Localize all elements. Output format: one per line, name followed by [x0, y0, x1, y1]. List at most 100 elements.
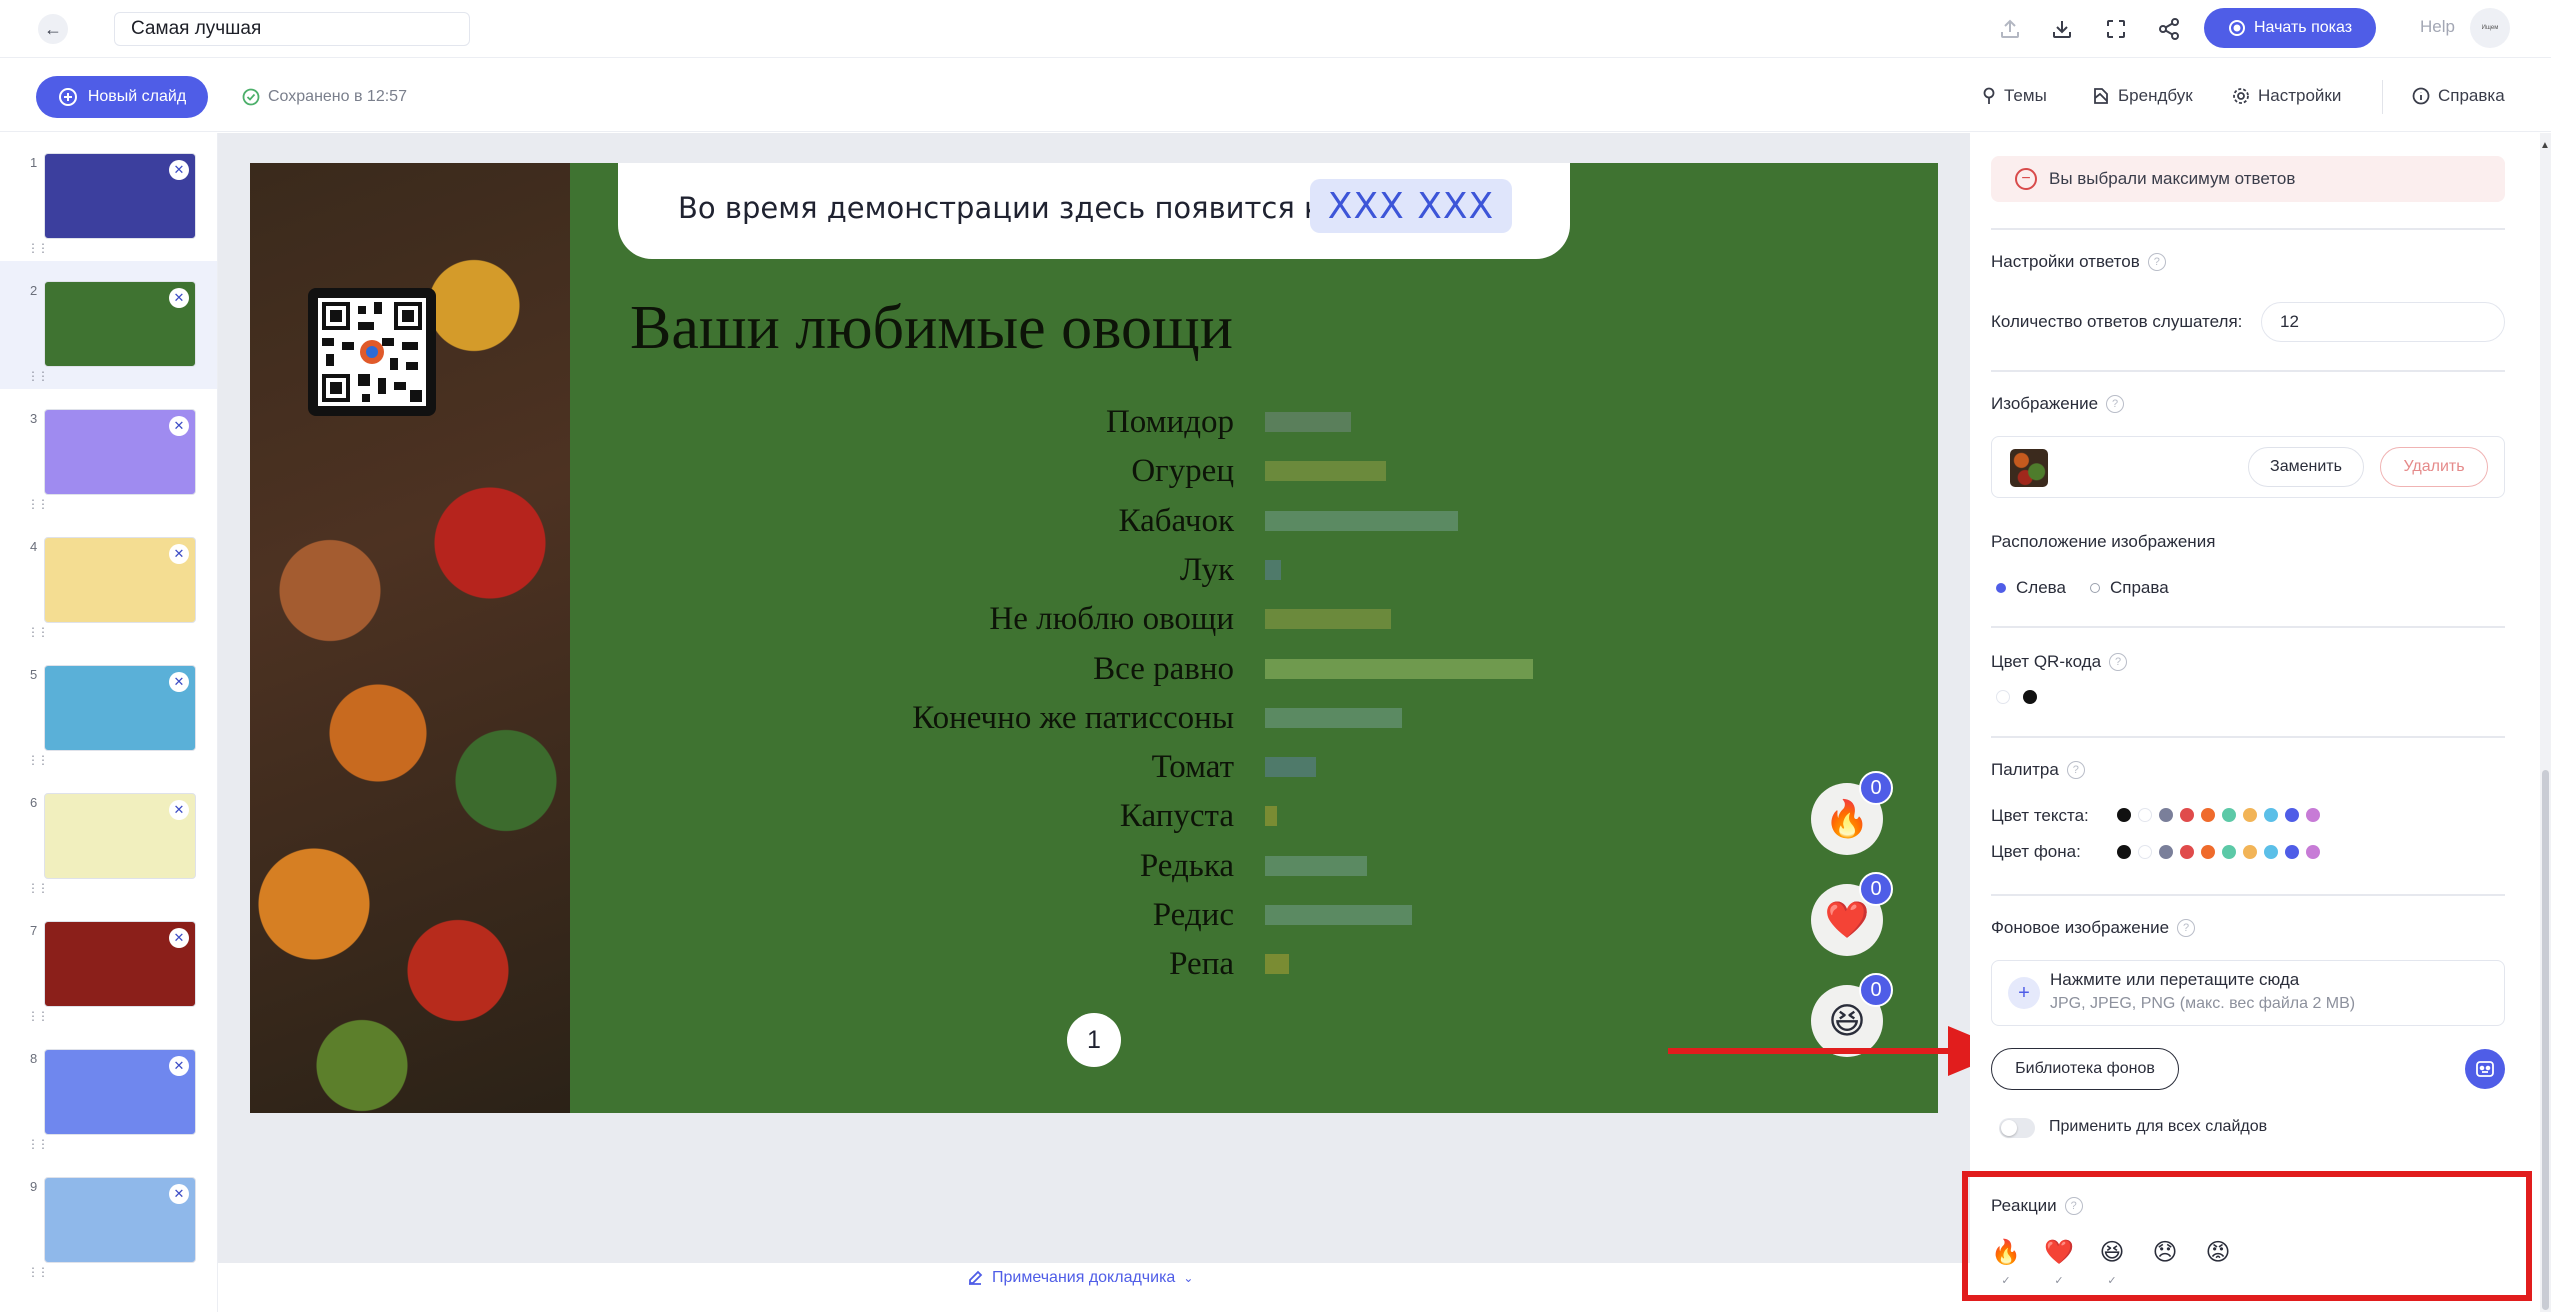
drag-handle-icon[interactable]: ⋮⋮ — [27, 242, 49, 254]
slide-thumbnail-row[interactable]: 9 ✕ ⋮⋮ — [0, 1157, 217, 1285]
color-swatch[interactable] — [2201, 845, 2215, 859]
delete-slide-icon[interactable]: ✕ — [169, 160, 189, 180]
new-slide-button[interactable]: Новый слайд — [36, 76, 208, 118]
help-icon[interactable]: ? — [2177, 919, 2196, 937]
answer-row: Помидор — [250, 400, 1938, 448]
speaker-notes-toggle[interactable]: Примечания докладчика ⌄ — [966, 1269, 1193, 1287]
delete-slide-icon[interactable]: ✕ — [169, 288, 189, 308]
slide-thumbnail[interactable]: ✕ — [44, 793, 196, 879]
color-swatch[interactable] — [2264, 808, 2278, 822]
delete-slide-icon[interactable]: ✕ — [169, 928, 189, 948]
replace-image-button[interactable]: Заменить — [2248, 447, 2364, 487]
slide-thumbnail[interactable]: ✕ — [44, 665, 196, 751]
drag-handle-icon[interactable]: ⋮⋮ — [27, 1138, 49, 1150]
help-icon[interactable]: ? — [2109, 653, 2128, 671]
drag-handle-icon[interactable]: ⋮⋮ — [27, 498, 49, 510]
answers-count-input[interactable]: 12 — [2261, 302, 2505, 342]
slide-thumbnail-row[interactable]: 2 ✕ ⋮⋮ — [0, 261, 217, 389]
slide-canvas[interactable]: Во время демонстрации здесь появится код… — [250, 163, 1938, 1113]
help-icon[interactable]: ? — [2066, 761, 2085, 779]
back-button[interactable]: ← — [38, 14, 68, 44]
color-swatch[interactable] — [2306, 845, 2320, 859]
apply-all-toggle[interactable] — [1999, 1118, 2035, 1138]
drag-handle-icon[interactable]: ⋮⋮ — [27, 882, 49, 894]
color-swatch[interactable] — [2264, 845, 2278, 859]
slide-thumbnail-row[interactable]: 8 ✕ ⋮⋮ — [0, 1029, 217, 1157]
slide-thumbnail[interactable]: ✕ — [44, 281, 196, 367]
help-link[interactable]: Help — [2420, 17, 2455, 37]
color-swatch[interactable] — [2243, 845, 2257, 859]
reaction-option[interactable]: 🔥 — [1991, 1238, 2021, 1267]
slide-thumbnail-row[interactable]: 1 ✕ ⋮⋮ — [0, 133, 217, 261]
color-swatch[interactable] — [2117, 808, 2131, 822]
slide-thumbnail-row[interactable]: 7 ✕ ⋮⋮ — [0, 901, 217, 1029]
drag-handle-icon[interactable]: ⋮⋮ — [27, 370, 49, 382]
slide-thumbnail[interactable]: ✕ — [44, 1049, 196, 1135]
tab-settings[interactable]: Настройки — [2232, 86, 2341, 106]
fullscreen-button[interactable] — [2099, 12, 2133, 46]
qr-color-white[interactable] — [1996, 690, 2010, 704]
qr-color-black[interactable] — [2023, 690, 2037, 704]
scroll-up-arrow-icon[interactable]: ▲ — [2540, 140, 2550, 151]
answer-bar — [1265, 510, 1458, 531]
avatar[interactable]: Ищем — [2470, 8, 2510, 48]
share-button[interactable] — [2152, 12, 2186, 46]
slide-thumbnail[interactable]: ✕ — [44, 1177, 196, 1263]
reaction-option[interactable]: 😞 — [2150, 1238, 2180, 1267]
color-swatch[interactable] — [2201, 808, 2215, 822]
help-icon[interactable]: ? — [2147, 253, 2166, 271]
slide-thumbnail-row[interactable]: 6 ✕ ⋮⋮ — [0, 773, 217, 901]
tab-brandbook[interactable]: Брендбук — [2092, 86, 2193, 106]
color-swatch[interactable] — [2285, 808, 2299, 822]
color-swatch[interactable] — [2285, 845, 2299, 859]
color-swatch[interactable] — [2138, 808, 2152, 822]
tab-help[interactable]: Справка — [2412, 86, 2505, 106]
slide-thumbnail[interactable]: ✕ — [44, 537, 196, 623]
download-button[interactable] — [2045, 12, 2079, 46]
reaction-option[interactable]: ❤️ — [2044, 1238, 2074, 1267]
delete-slide-icon[interactable]: ✕ — [169, 544, 189, 564]
slide-thumbnail[interactable]: ✕ — [44, 921, 196, 1007]
color-swatch[interactable] — [2138, 845, 2152, 859]
color-swatch[interactable] — [2243, 808, 2257, 822]
color-swatch[interactable] — [2306, 808, 2320, 822]
reaction-option[interactable]: 😡 — [2203, 1238, 2233, 1267]
drag-handle-icon[interactable]: ⋮⋮ — [27, 626, 49, 638]
color-swatch[interactable] — [2180, 845, 2194, 859]
color-swatch[interactable] — [2222, 845, 2236, 859]
delete-slide-icon[interactable]: ✕ — [169, 672, 189, 692]
tab-themes[interactable]: Темы — [1982, 86, 2047, 106]
delete-slide-icon[interactable]: ✕ — [169, 1056, 189, 1076]
reaction-option[interactable]: 😆 — [2097, 1238, 2127, 1267]
color-swatch[interactable] — [2159, 808, 2173, 822]
delete-image-button[interactable]: Удалить — [2380, 447, 2488, 487]
drag-handle-icon[interactable]: ⋮⋮ — [27, 754, 49, 766]
help-icon[interactable]: ? — [2064, 1197, 2083, 1215]
delete-slide-icon[interactable]: ✕ — [169, 1184, 189, 1204]
drag-handle-icon[interactable]: ⋮⋮ — [27, 1266, 49, 1278]
bg-upload-dropzone[interactable]: + Нажмите или перетащите сюда JPG, JPEG,… — [1991, 960, 2505, 1026]
color-swatch[interactable] — [2159, 845, 2173, 859]
color-swatch[interactable] — [2180, 808, 2194, 822]
assistant-button[interactable] — [2465, 1049, 2505, 1089]
delete-slide-icon[interactable]: ✕ — [169, 800, 189, 820]
start-presentation-button[interactable]: Начать показ — [2204, 8, 2376, 48]
delete-slide-icon[interactable]: ✕ — [169, 416, 189, 436]
presentation-title-input[interactable]: Самая лучшая — [114, 12, 470, 46]
drag-handle-icon[interactable]: ⋮⋮ — [27, 1010, 49, 1022]
slide-thumbnail-row[interactable]: 3 ✕ ⋮⋮ — [0, 389, 217, 517]
slide-title[interactable]: Ваши любимые овощи — [630, 293, 1233, 364]
slide-thumbnail-row[interactable]: 5 ✕ ⋮⋮ — [0, 645, 217, 773]
color-swatch[interactable] — [2222, 808, 2236, 822]
color-swatch[interactable] — [2117, 845, 2131, 859]
reaction-check-icon: ✓ — [2107, 1275, 2117, 1287]
bg-library-button[interactable]: Библиотека фонов — [1991, 1048, 2179, 1090]
position-right-radio[interactable]: Справа — [2090, 578, 2169, 598]
slide-thumbnail[interactable]: ✕ — [44, 409, 196, 495]
upload-button[interactable] — [1993, 12, 2027, 46]
slide-thumbnail[interactable]: ✕ — [44, 153, 196, 239]
panel-scrollbar-thumb[interactable] — [2542, 770, 2549, 1310]
slide-thumbnail-row[interactable]: 4 ✕ ⋮⋮ — [0, 517, 217, 645]
help-icon[interactable]: ? — [2106, 395, 2125, 413]
position-left-radio[interactable]: Слева — [1996, 578, 2066, 598]
